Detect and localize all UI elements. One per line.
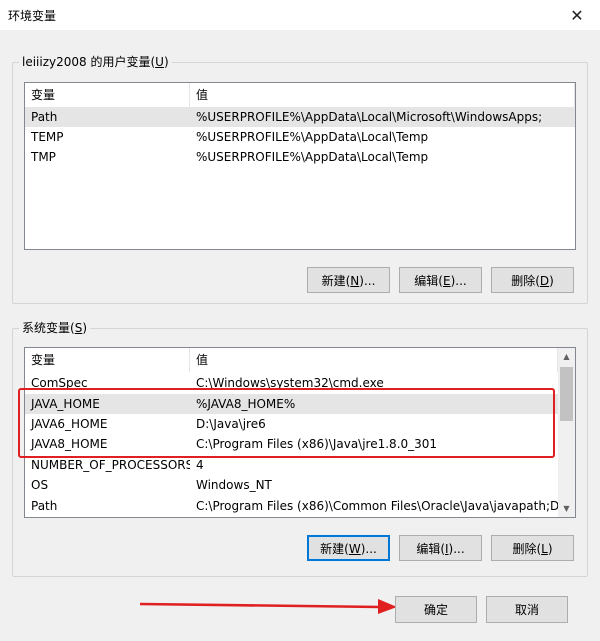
user-new-button[interactable]: 新建(N)...: [307, 267, 390, 293]
variable-name: Path: [31, 110, 58, 124]
window-title: 环境变量: [8, 9, 57, 23]
cancel-button[interactable]: 取消: [486, 596, 568, 623]
variable-value: %USERPROFILE%\AppData\Local\Microsoft\Wi…: [196, 110, 543, 124]
variable-name: TMP: [31, 150, 56, 164]
variable-value: 4: [196, 458, 204, 472]
variable-name: TEMP: [31, 130, 64, 144]
column-header-value[interactable]: 值: [190, 83, 575, 107]
list-item[interactable]: NUMBER_OF_PROCESSORS 4: [25, 455, 558, 475]
variable-value: Windows_NT: [196, 478, 272, 492]
list-item[interactable]: Path C:\Program Files (x86)\Common Files…: [25, 496, 558, 516]
variable-name: OS: [31, 478, 49, 492]
list-item[interactable]: OS Windows_NT: [25, 475, 558, 495]
system-edit-button[interactable]: 编辑(I)...: [399, 535, 482, 561]
column-header-variable[interactable]: 变量: [25, 83, 190, 107]
column-header-variable[interactable]: 变量: [25, 348, 190, 372]
variable-name: Path: [31, 499, 58, 513]
user-variables-list[interactable]: 变量 值 Path %USERPROFILE%\AppData\Local\Mi…: [24, 82, 576, 250]
highlight-box: [18, 388, 555, 458]
user-edit-button[interactable]: 编辑(E)...: [399, 267, 482, 293]
close-button[interactable]: ✕: [554, 0, 600, 30]
user-delete-button[interactable]: 删除(D): [491, 267, 574, 293]
system-list-header: 变量 值: [25, 348, 558, 372]
close-icon: ✕: [570, 5, 584, 25]
system-list-scrollbar[interactable]: ▲ ▼: [558, 348, 575, 517]
variable-value: C:\Program Files (x86)\Common Files\Orac…: [196, 499, 558, 513]
arrow-icon: [139, 599, 397, 614]
system-new-button[interactable]: 新建(W)...: [307, 535, 390, 561]
user-variables-legend: leiiizy2008 的用户变量(U): [19, 55, 172, 69]
scroll-up-icon[interactable]: ▲: [558, 348, 575, 365]
scroll-thumb[interactable]: [560, 367, 573, 421]
system-variables-legend: 系统变量(S): [19, 321, 90, 335]
variable-name: NUMBER_OF_PROCESSORS: [31, 458, 190, 472]
list-item[interactable]: Path %USERPROFILE%\AppData\Local\Microso…: [25, 107, 575, 127]
variable-value: %USERPROFILE%\AppData\Local\Temp: [196, 150, 429, 164]
variable-value: %USERPROFILE%\AppData\Local\Temp: [196, 130, 429, 144]
system-delete-button[interactable]: 删除(L): [491, 535, 574, 561]
user-list-header: 变量 值: [25, 83, 575, 107]
title-bar: 环境变量 ✕: [0, 0, 600, 30]
list-item[interactable]: TEMP %USERPROFILE%\AppData\Local\Temp: [25, 127, 575, 147]
column-header-value[interactable]: 值: [190, 348, 558, 372]
list-item[interactable]: TMP %USERPROFILE%\AppData\Local\Temp: [25, 147, 575, 167]
ok-button[interactable]: 确定: [395, 596, 477, 623]
scroll-down-icon[interactable]: ▼: [558, 500, 575, 517]
